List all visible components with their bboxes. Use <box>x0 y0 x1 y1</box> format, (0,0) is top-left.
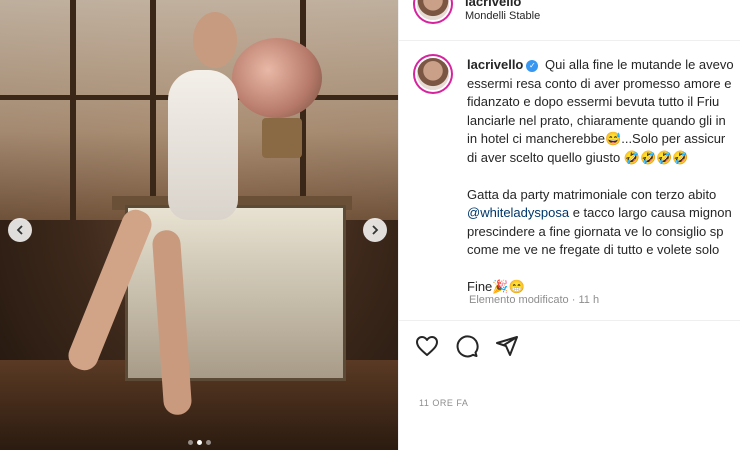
photo-dress <box>168 70 238 220</box>
carousel-indicator <box>188 440 211 445</box>
carousel-dot <box>188 440 193 445</box>
post-header: lacrivello Mondelli Stable <box>399 0 740 41</box>
verified-badge-icon: ✓ <box>526 59 539 72</box>
caption-paragraph-1: Qui alla fine le mutande le avevo esserm… <box>467 57 734 165</box>
author-avatar[interactable] <box>417 0 449 20</box>
carousel-prev-button[interactable] <box>8 218 32 242</box>
caption-paragraph-3: Fine🎉😁 <box>467 279 525 294</box>
share-icon <box>496 336 518 356</box>
heart-icon <box>416 336 438 356</box>
post-meta: Elemento modificato · 11 h <box>469 294 599 306</box>
post-actions <box>415 334 519 358</box>
carousel-dot <box>206 440 211 445</box>
like-button[interactable] <box>415 334 439 358</box>
photo-flowers <box>232 38 322 118</box>
comment-icon <box>456 335 479 358</box>
post-photo[interactable] <box>0 0 398 450</box>
carousel-dot-active <box>197 440 202 445</box>
photo-head <box>193 12 237 68</box>
caption-author-avatar[interactable] <box>417 58 449 90</box>
post-location[interactable]: Mondelli Stable <box>465 10 540 22</box>
carousel-next-button[interactable] <box>363 218 387 242</box>
photo-vase <box>262 118 302 158</box>
edited-label: Elemento modificato <box>469 294 569 306</box>
section-divider <box>399 320 740 321</box>
comment-button[interactable] <box>455 334 479 358</box>
window-frame <box>70 0 76 220</box>
post-caption: lacrivello ✓ Qui alla fine le mutande le … <box>467 56 740 297</box>
caption-username[interactable]: lacrivello <box>467 57 523 72</box>
chevron-right-icon <box>372 225 379 235</box>
caption-paragraph-2-start: Gatta da party matrimoniale con terzo ab… <box>467 186 717 202</box>
author-username[interactable]: lacrivello <box>465 0 521 9</box>
post-timestamp[interactable]: 11 ORE FA <box>419 398 468 408</box>
chevron-left-icon <box>16 225 23 235</box>
share-button[interactable] <box>495 334 519 358</box>
caption-mention-link[interactable]: @whiteladysposa <box>467 205 569 220</box>
window-frame <box>150 0 156 200</box>
post-age[interactable]: 11 h <box>578 294 599 306</box>
meta-separator: · <box>571 294 576 306</box>
post-details-panel: lacrivello Mondelli Stable lacrivello ✓ Q… <box>398 0 740 450</box>
